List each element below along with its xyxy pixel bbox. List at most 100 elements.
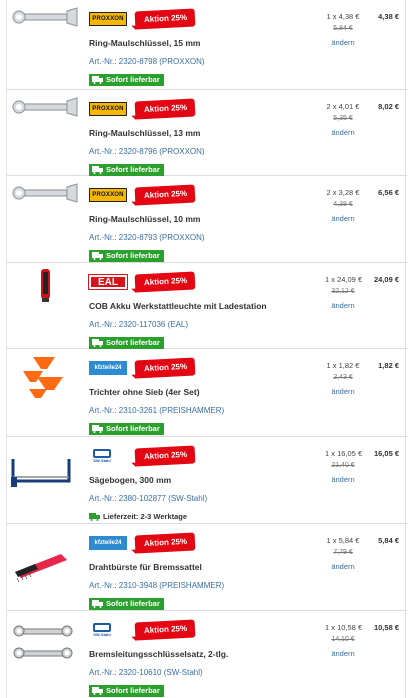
funnel-icon	[23, 357, 63, 398]
brand-logo: PROXXON	[89, 188, 127, 202]
product-image[interactable]	[7, 611, 85, 698]
product-image[interactable]	[7, 437, 85, 523]
cart-item: PROXXON Aktion 25% Ring-Maulschlüssel, 1…	[7, 176, 407, 263]
cart-item: PROXXON Aktion 25% Ring-Maulschlüssel, 1…	[7, 0, 407, 90]
availability-label: Sofort lieferbar	[106, 599, 160, 608]
product-image[interactable]	[7, 524, 85, 610]
wrench-icon	[12, 7, 78, 27]
availability-badge: Sofort lieferbar	[89, 164, 164, 176]
availability-label: Sofort lieferbar	[106, 686, 160, 695]
product-name[interactable]: Drahtbürste für Bremssattel	[89, 562, 202, 572]
change-quantity-link[interactable]: ändern	[325, 387, 361, 396]
availability-badge: Sofort lieferbar	[89, 685, 164, 697]
quantity-price: 2 x 3,28 €	[326, 188, 360, 197]
line-total: 8,02 €	[378, 102, 399, 111]
availability-badge: Sofort lieferbar	[89, 250, 164, 262]
availability-badge: Sofort lieferbar	[89, 337, 164, 349]
change-quantity-link[interactable]: ändern	[325, 301, 361, 310]
wire-brush-icon	[15, 554, 67, 583]
sw-mark-icon	[93, 623, 111, 632]
product-name[interactable]: COB Akku Werkstattleuchte mit Ladestatio…	[89, 301, 267, 311]
article-number: Art.-Nr.: 2320-8796 (PROXXON)	[89, 147, 205, 156]
availability-label: Sofort lieferbar	[106, 338, 160, 347]
truck-icon	[92, 252, 103, 260]
old-price: 5,84 €	[333, 25, 353, 32]
old-price: 5,35 €	[333, 115, 353, 122]
product-image[interactable]	[7, 0, 85, 89]
discount-badge: Aktion 25%	[134, 445, 196, 467]
cart-item: PROXXON Aktion 25% Ring-Maulschlüssel, 1…	[7, 90, 407, 176]
product-name[interactable]: Ring-Maulschlüssel, 13 mm	[89, 128, 200, 138]
availability-label: Lieferzeit: 2-3 Werktage	[103, 512, 188, 521]
article-number: Art.-Nr.: 2310-3261 (PREISHAMMER)	[89, 406, 225, 415]
old-price: 2,43 €	[333, 374, 353, 381]
change-quantity-link[interactable]: ändern	[325, 562, 361, 571]
brand-logo: kfzteile24	[89, 361, 127, 375]
availability-badge: Lieferzeit: 2-3 Werktage	[89, 511, 191, 523]
product-image[interactable]	[7, 176, 85, 262]
article-number: Art.-Nr.: 2310-3948 (PREISHAMMER)	[89, 581, 225, 590]
discount-badge: Aktion 25%	[134, 184, 196, 206]
hacksaw-icon	[11, 459, 71, 487]
old-price: 21,40 €	[331, 462, 355, 469]
brand-name: kfzteile24	[94, 540, 122, 546]
change-quantity-link[interactable]: ändern	[325, 649, 361, 658]
brand-name: SW-Stahl	[93, 632, 111, 637]
brand-name: kfzteile24	[94, 365, 122, 371]
product-image[interactable]	[7, 263, 85, 348]
change-quantity-link[interactable]: ändern	[325, 128, 361, 137]
quantity-price: 1 x 16,05 €	[325, 449, 363, 458]
product-image[interactable]	[7, 90, 85, 175]
old-price: 14,10 €	[331, 636, 355, 643]
discount-badge: Aktion 25%	[134, 619, 196, 641]
old-price: 7,79 €	[333, 549, 353, 556]
change-quantity-link[interactable]: ändern	[325, 214, 361, 223]
article-number: Art.-Nr.: 2320-8793 (PROXXON)	[89, 233, 205, 242]
availability-label: Sofort lieferbar	[106, 251, 160, 260]
article-number: Art.-Nr.: 2320-117036 (EAL)	[89, 320, 189, 329]
truck-icon	[89, 513, 100, 521]
product-name[interactable]: Ring-Maulschlüssel, 10 mm	[89, 214, 200, 224]
brand-logo: SW-Stahl	[89, 623, 115, 637]
product-name[interactable]: Ring-Maulschlüssel, 15 mm	[89, 38, 200, 48]
discount-badge: Aktion 25%	[134, 8, 196, 30]
truck-icon	[92, 76, 103, 84]
truck-icon	[92, 687, 103, 695]
product-name[interactable]: Bremsleitungsschlüsselsatz, 2-tlg.	[89, 649, 228, 659]
discount-badge: Aktion 25%	[134, 532, 196, 554]
availability-label: Sofort lieferbar	[106, 75, 160, 84]
truck-icon	[92, 425, 103, 433]
product-name[interactable]: Sägebogen, 300 mm	[89, 475, 171, 485]
brand-logo: SW-Stahl	[89, 449, 115, 463]
wrench-icon	[12, 183, 78, 203]
line-total: 24,09 €	[373, 275, 399, 284]
change-quantity-link[interactable]: ändern	[325, 38, 361, 47]
change-quantity-link[interactable]: ändern	[325, 475, 361, 484]
old-price: 32,12 €	[331, 288, 355, 295]
brake-line-wrench-icon	[13, 625, 73, 659]
brand-logo: PROXXON	[89, 12, 127, 26]
discount-badge: Aktion 25%	[134, 271, 196, 293]
line-total: 10,58 €	[373, 623, 399, 632]
quantity-price: 1 x 24,09 €	[325, 275, 363, 284]
cart-item: SW-Stahl Aktion 25% Sägebogen, 300 mm Ar…	[7, 437, 407, 524]
cart-item-list: PROXXON Aktion 25% Ring-Maulschlüssel, 1…	[6, 0, 407, 698]
cart-item: kfzteile24 Aktion 25% Drahtbürste für Br…	[7, 524, 407, 611]
article-number: Art.-Nr.: 2320-10610 (SW-Stahl)	[89, 668, 203, 677]
article-number: Art.-Nr.: 2320-8798 (PROXXON)	[89, 57, 205, 66]
line-total: 4,38 €	[378, 12, 399, 21]
availability-label: Sofort lieferbar	[106, 424, 160, 433]
cart-item: SW-Stahl Aktion 25% Bremsleitungsschlüss…	[7, 611, 407, 698]
product-name[interactable]: Trichter ohne Sieb (4er Set)	[89, 387, 200, 397]
line-total: 1,82 €	[378, 361, 399, 370]
old-price: 4,38 €	[333, 201, 353, 208]
brand-logo: kfzteile24	[89, 536, 127, 550]
truck-icon	[92, 166, 103, 174]
sw-mark-icon	[93, 449, 111, 458]
brand-logo: PROXXON	[89, 102, 127, 116]
discount-badge: Aktion 25%	[134, 98, 196, 120]
quantity-price: 1 x 4,38 €	[326, 12, 360, 21]
quantity-price: 1 x 1,82 €	[326, 361, 360, 370]
quantity-price: 1 x 5,84 €	[326, 536, 360, 545]
product-image[interactable]	[7, 349, 85, 436]
